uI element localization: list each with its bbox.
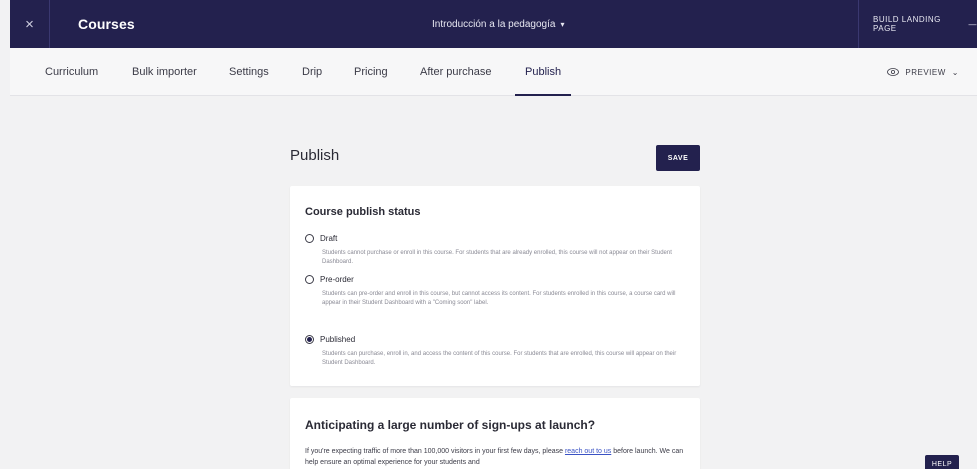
- eye-icon: [887, 68, 900, 76]
- body-text: If you're expecting traffic of more than…: [305, 448, 565, 455]
- radio-pre-order[interactable]: Pre-order: [305, 275, 354, 284]
- tab-settings[interactable]: Settings: [229, 48, 269, 96]
- tab-after-purchase[interactable]: After purchase: [420, 48, 492, 96]
- reach-out-link[interactable]: reach out to us: [565, 448, 611, 455]
- card-title: Course publish status: [305, 206, 421, 218]
- radio-published[interactable]: Published: [305, 335, 355, 344]
- build-landing-page-button[interactable]: BUILD LANDING PAGE —: [858, 0, 977, 48]
- course-name: Introducción a la pedagogía: [432, 18, 556, 30]
- build-landing-page-label: BUILD LANDING PAGE: [873, 15, 941, 33]
- top-bar: × Courses Introducción a la pedagogía ▾ …: [10, 0, 977, 48]
- option-label: Draft: [320, 234, 338, 243]
- preview-label: PREVIEW: [905, 67, 946, 77]
- tab-bar: Curriculum Bulk importer Settings Drip P…: [10, 48, 977, 96]
- save-button[interactable]: SAVE: [656, 145, 700, 171]
- dash-icon: —: [968, 19, 977, 29]
- close-icon[interactable]: ×: [10, 0, 50, 48]
- option-description: Students can pre-order and enroll in thi…: [322, 291, 676, 306]
- option-label: Published: [320, 335, 356, 344]
- option-description: Students cannot purchase or enroll in th…: [322, 250, 672, 265]
- course-selector[interactable]: Introducción a la pedagogía ▾: [432, 0, 564, 48]
- radio-checked-icon: [305, 335, 314, 344]
- option-label: Pre-order: [320, 275, 354, 284]
- option-description: Students can purchase, enroll in, and ac…: [322, 351, 677, 366]
- help-button[interactable]: HELP: [925, 455, 959, 469]
- caret-down-icon: ▾: [560, 19, 565, 29]
- radio-draft[interactable]: Draft: [305, 234, 337, 243]
- card-heading: Anticipating a large number of sign-ups …: [305, 418, 596, 432]
- radio-icon: [305, 234, 314, 243]
- preview-button[interactable]: PREVIEW ⌄: [887, 48, 959, 96]
- tab-bulk-importer[interactable]: Bulk importer: [132, 48, 197, 96]
- tab-publish[interactable]: Publish: [514, 48, 572, 96]
- tab-pricing[interactable]: Pricing: [354, 48, 388, 96]
- app-title: Courses: [78, 16, 135, 32]
- tab-curriculum[interactable]: Curriculum: [45, 48, 98, 96]
- radio-icon: [305, 275, 314, 284]
- page-title: Publish: [290, 147, 340, 164]
- chevron-down-icon: ⌄: [951, 67, 959, 77]
- card-body: If you're expecting traffic of more than…: [305, 446, 695, 468]
- tab-drip[interactable]: Drip: [302, 48, 322, 96]
- publish-status-card: Course publish status Draft Students can…: [290, 186, 700, 386]
- launch-info-card: Anticipating a large number of sign-ups …: [290, 398, 700, 469]
